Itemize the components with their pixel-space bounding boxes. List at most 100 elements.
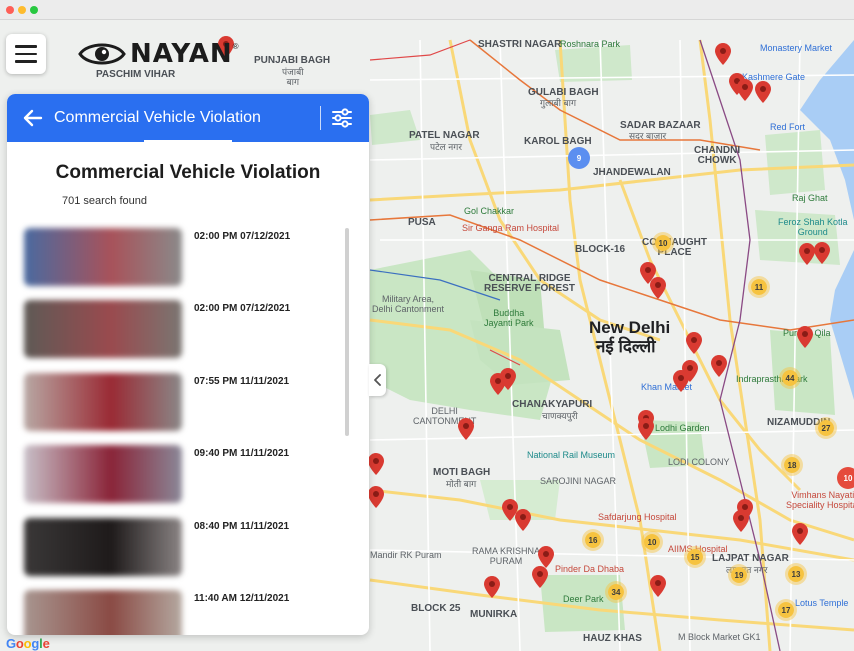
violation-pin-icon[interactable]	[484, 576, 500, 598]
map-cluster-marker[interactable]: 10	[641, 531, 663, 553]
map-label-sadar-bazaar: SADAR BAZAAR	[620, 120, 701, 131]
header-tab-indicator	[144, 140, 232, 143]
map-label-patel-nagar-hi: पटेल नगर	[430, 142, 462, 152]
violation-pin-icon[interactable]	[797, 326, 813, 348]
violation-pin-icon[interactable]	[532, 566, 548, 588]
violation-thumbnail[interactable]	[24, 518, 182, 576]
violation-timestamp: 02:00 PM 07/12/2021	[194, 303, 291, 314]
map-label-karol-bagh: KAROL BAGH	[524, 136, 592, 147]
violation-pin-icon[interactable]	[733, 510, 749, 532]
window-titlebar	[0, 0, 854, 20]
map-label-moti-bagh-hi: मोती बाग	[446, 479, 477, 489]
map-label-block-25: BLOCK 25	[411, 603, 461, 614]
results-scrollbar[interactable]	[345, 228, 349, 436]
map-label-lotus-temple: Lotus Temple	[795, 598, 849, 608]
violation-pin-icon[interactable]	[515, 509, 531, 531]
panel-header-title: Commercial Vehicle Violation	[54, 109, 261, 126]
violation-pin-icon[interactable]	[538, 546, 554, 568]
violation-thumbnail[interactable]	[24, 373, 182, 431]
violation-timestamp: 08:40 PM 11/11/2021	[194, 521, 290, 532]
window-close-button[interactable]	[6, 6, 14, 14]
chevron-left-icon	[373, 374, 381, 386]
map-cluster-marker[interactable]: 27	[815, 417, 837, 439]
window-maximize-button[interactable]	[30, 6, 38, 14]
map-cluster-marker[interactable]: 13	[785, 563, 807, 585]
map-label-munirka: MUNIRKA	[470, 609, 518, 620]
map-label-block-16: BLOCK-16	[575, 244, 626, 255]
violation-timestamp: 02:00 PM 07/12/2021	[194, 231, 291, 242]
collapse-panel-button[interactable]	[369, 364, 386, 396]
map-cluster-marker[interactable]: 18	[781, 454, 803, 476]
map-label-chanakyapuri: CHANAKYAPURI	[512, 399, 593, 410]
map-cluster-marker[interactable]: 10	[652, 232, 674, 254]
violation-pin-icon[interactable]	[711, 355, 727, 377]
list-item[interactable]: 07:55 PM 11/11/2021	[24, 373, 334, 433]
map-cluster-marker[interactable]: 15	[684, 546, 706, 568]
violation-pin-icon[interactable]	[368, 486, 384, 508]
map-label-shastri-nagar: SHASTRI NAGAR	[478, 39, 562, 50]
results-panel: Commercial Vehicle Violation Commercial …	[7, 94, 369, 635]
violation-pin-icon[interactable]	[792, 523, 808, 545]
violation-pin-icon[interactable]	[458, 418, 474, 440]
violation-pin-icon[interactable]	[737, 79, 753, 101]
violation-thumbnail[interactable]	[24, 590, 182, 635]
map-label-deer-park: Deer Park	[563, 594, 604, 604]
result-count: 701 search found	[62, 195, 148, 207]
violation-timestamp: 07:55 PM 11/11/2021	[194, 376, 290, 387]
map-label-sarojini-nagar: SAROJINI NAGAR	[540, 476, 617, 486]
violation-thumbnail[interactable]	[24, 228, 182, 286]
map-label-central-ridge: CENTRAL RIDGE RESERVE FOREST	[484, 273, 575, 294]
list-item[interactable]: 11:40 AM 12/11/2021	[24, 590, 334, 635]
map-label-pinder-da-dhaba: Pinder Da Dhaba	[555, 564, 625, 574]
violation-pin-icon[interactable]	[686, 332, 702, 354]
map-label-m-block-market: M Block Market GK1	[678, 632, 761, 642]
list-item[interactable]: 02:00 PM 07/12/2021	[24, 228, 334, 288]
violation-pin-icon[interactable]	[814, 242, 830, 264]
list-item[interactable]: 02:00 PM 07/12/2021	[24, 300, 334, 360]
map-cluster-marker[interactable]: 16	[582, 529, 604, 551]
map-cluster-marker[interactable]: 17	[775, 599, 797, 621]
map-cluster-marker[interactable]: 19	[728, 564, 750, 586]
map-label-vimhans: Vimhans Nayati Speciality Hospital	[786, 490, 854, 510]
violation-timestamp: 09:40 PM 11/11/2021	[194, 448, 290, 459]
panel-title: Commercial Vehicle Violation	[55, 162, 321, 183]
violation-thumbnail[interactable]	[24, 445, 182, 503]
hamburger-menu-icon[interactable]	[6, 34, 46, 74]
back-button[interactable]	[21, 106, 45, 130]
results-list[interactable]: 02:00 PM 07/12/2021 02:00 PM 07/12/2021 …	[7, 222, 369, 635]
map-cluster-marker[interactable]: 10	[837, 467, 854, 489]
map-label-rama-krishna-puram: RAMA KRISHNA PURAM	[472, 546, 541, 566]
map-label-military-area: Military Area, Delhi Cantonment	[372, 294, 445, 314]
map-label-gulabi-bagh: GULABI BAGH	[528, 87, 599, 98]
window-minimize-button[interactable]	[18, 6, 26, 14]
map-label-chanakyapuri-hi: चाणक्यपुरी	[542, 411, 578, 421]
violation-pin-icon[interactable]	[755, 81, 771, 103]
list-item[interactable]: 08:40 PM 11/11/2021	[24, 518, 334, 578]
map-cluster-marker[interactable]: 11	[748, 276, 770, 298]
map-label-buddha-jayanti: Buddha Jayanti Park	[484, 308, 534, 328]
violation-thumbnail[interactable]	[24, 300, 182, 358]
map-label-patel-nagar: PATEL NAGAR	[409, 130, 480, 141]
map-label-gol-chakkar: Gol Chakkar	[464, 206, 515, 216]
map-label-red-fort: Red Fort	[770, 122, 806, 132]
map-label-lodhi-garden: Lodhi Garden	[655, 423, 710, 433]
violation-pin-icon[interactable]	[799, 243, 815, 265]
violation-pin-icon[interactable]	[673, 370, 689, 392]
map-cluster-marker[interactable]: 34	[605, 581, 627, 603]
map-cluster-marker[interactable]: 9	[568, 147, 590, 169]
violation-pin-icon[interactable]	[715, 43, 731, 65]
map-label-national-rail-museum: National Rail Museum	[527, 450, 616, 460]
violation-pin-icon[interactable]	[650, 277, 666, 299]
map-label-sir-ganga-ram: Sir Ganga Ram Hospital	[462, 223, 560, 233]
violation-pin-icon[interactable]	[368, 453, 384, 475]
filter-button[interactable]	[329, 106, 355, 130]
violation-pin-icon[interactable]	[650, 575, 666, 597]
violation-timestamp: 11:40 AM 12/11/2021	[194, 593, 290, 604]
list-item[interactable]: 09:40 PM 11/11/2021	[24, 445, 334, 505]
violation-pin-icon[interactable]	[500, 368, 516, 390]
map-cluster-marker[interactable]: 44	[779, 367, 801, 389]
map-label-lajpat-nagar: LAJPAT NAGAR	[712, 553, 789, 564]
eye-logo-icon	[78, 43, 126, 65]
violation-pin-icon[interactable]	[638, 418, 654, 440]
brand-name: NAYAN	[130, 39, 233, 69]
